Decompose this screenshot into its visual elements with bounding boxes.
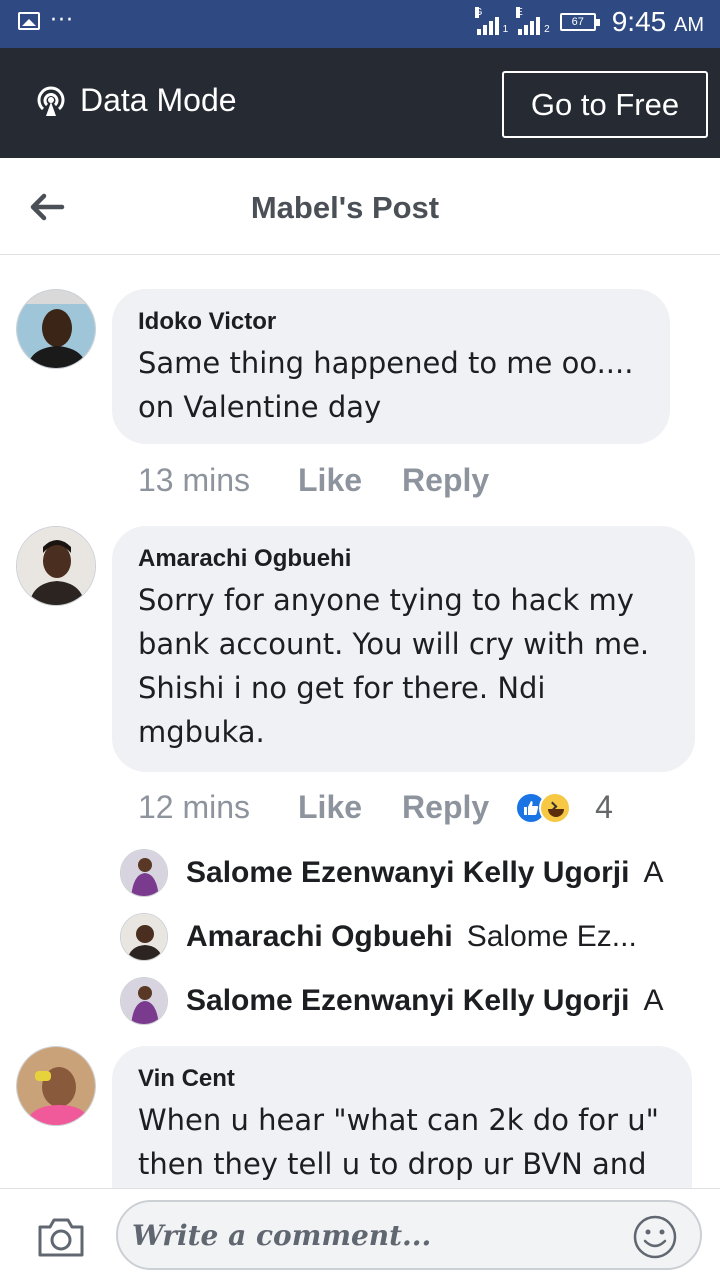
avatar[interactable] bbox=[16, 289, 96, 369]
like-button[interactable]: Like bbox=[298, 789, 362, 826]
clock: 9:45 AM bbox=[611, 6, 704, 37]
haha-reaction-icon bbox=[539, 791, 572, 824]
comment-text: When u hear "what can 2k do for u" then … bbox=[138, 1103, 659, 1181]
reactions-summary[interactable]: 4 bbox=[515, 789, 613, 826]
avatar[interactable] bbox=[120, 849, 168, 897]
comment-bubble[interactable]: Vin Cent When u hear "what can 2k do for… bbox=[112, 1046, 692, 1188]
comment-meta: 12 mins Like Reply 4 bbox=[138, 789, 613, 826]
comment-meta: 13 mins Like Reply bbox=[138, 462, 529, 499]
status-bar: ··· G 1 E 2 67 9:45 AM bbox=[0, 0, 720, 48]
reply-text: A bbox=[643, 984, 664, 1017]
post-header: Mabel's Post bbox=[0, 158, 720, 255]
comments-feed[interactable]: Idoko Victor Same thing happened to me o… bbox=[0, 256, 720, 1188]
reply-button[interactable]: Reply bbox=[402, 789, 489, 826]
comment-input[interactable] bbox=[116, 1200, 702, 1270]
comment-author[interactable]: Idoko Victor bbox=[138, 307, 644, 337]
reply-author[interactable]: Salome Ezenwanyi Kelly Ugorji bbox=[186, 984, 629, 1018]
comment-time: 12 mins bbox=[138, 789, 251, 825]
comment-bubble[interactable]: Amarachi Ogbuehi Sorry for anyone tying … bbox=[112, 526, 695, 772]
reply-author[interactable]: Salome Ezenwanyi Kelly Ugorji bbox=[186, 856, 629, 890]
comment-text: Same thing happened to me oo.... on Vale… bbox=[138, 346, 634, 424]
comment-time: 13 mins bbox=[138, 462, 251, 498]
like-button[interactable]: Like bbox=[298, 462, 362, 499]
comment-bubble[interactable]: Idoko Victor Same thing happened to me o… bbox=[112, 289, 670, 444]
comment-author[interactable]: Vin Cent bbox=[138, 1064, 666, 1094]
page-title: Mabel's Post bbox=[250, 190, 440, 225]
data-mode-bar: Data Mode Go to Free bbox=[0, 48, 720, 158]
reaction-count: 4 bbox=[595, 789, 613, 825]
signal-icon: E 2 bbox=[516, 7, 550, 35]
reply-text: A bbox=[643, 856, 664, 889]
reply-text: Salome Ez... bbox=[466, 920, 637, 953]
reply-item[interactable]: Salome Ezenwanyi Kelly Ugorji A bbox=[120, 848, 720, 898]
comment-author[interactable]: Amarachi Ogbuehi bbox=[138, 544, 669, 574]
avatar[interactable] bbox=[16, 1046, 96, 1126]
comment-text: Sorry for anyone tying to hack my bank a… bbox=[138, 583, 650, 749]
emoji-icon[interactable] bbox=[632, 1214, 678, 1260]
avatar[interactable] bbox=[120, 977, 168, 1025]
reply-item[interactable]: Salome Ezenwanyi Kelly Ugorji A bbox=[120, 976, 720, 1026]
data-mode-label: Data Mode bbox=[80, 82, 237, 118]
avatar[interactable] bbox=[16, 526, 96, 606]
reply-author[interactable]: Amarachi Ogbuehi bbox=[186, 920, 453, 954]
reply-item[interactable]: Amarachi Ogbuehi Salome Ez... bbox=[120, 912, 720, 962]
avatar[interactable] bbox=[120, 913, 168, 961]
broadcast-icon bbox=[37, 86, 65, 116]
gallery-icon bbox=[18, 12, 40, 30]
more-dots-icon: ··· bbox=[50, 8, 74, 33]
comment-composer bbox=[0, 1188, 720, 1280]
signal-icon: G 1 bbox=[474, 7, 509, 35]
battery-icon: 67 bbox=[559, 13, 600, 31]
camera-icon[interactable] bbox=[36, 1215, 86, 1259]
reply-button[interactable]: Reply bbox=[402, 462, 489, 499]
go-to-free-button[interactable]: Go to Free bbox=[502, 71, 708, 138]
